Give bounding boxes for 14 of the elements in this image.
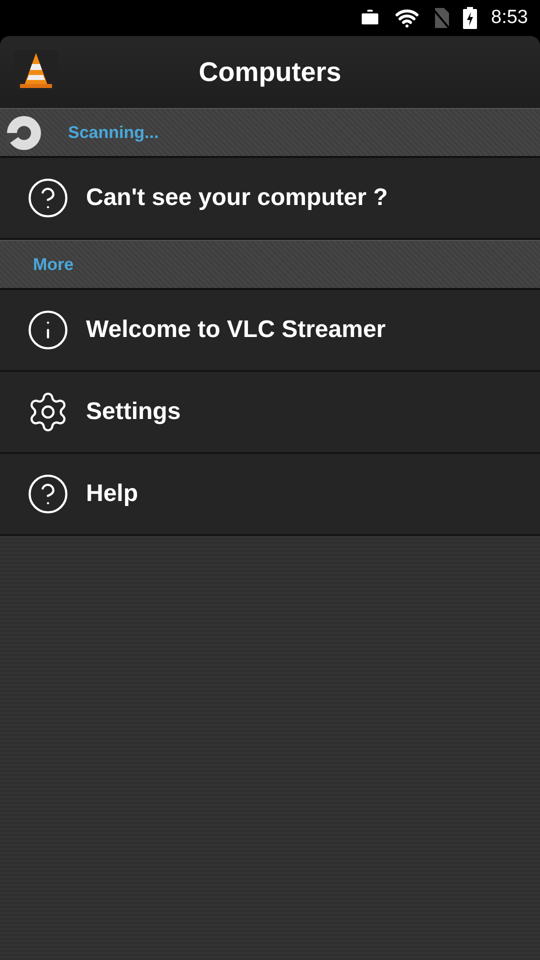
menu-item[interactable]: Welcome to VLC Streamer: [0, 290, 540, 372]
battery-icon: [463, 7, 478, 29]
status-time: 8:53: [491, 7, 528, 29]
no-sim-icon: [433, 8, 450, 28]
info-icon: [26, 308, 70, 352]
spinner-icon: [6, 114, 42, 150]
scanning-status: Scanning...: [68, 122, 159, 142]
screen-title: Computers: [198, 56, 342, 88]
help-icon: [26, 176, 70, 220]
menu-item[interactable]: Can't see your computer ?: [0, 158, 540, 240]
section-header: More: [33, 254, 74, 274]
menu-item[interactable]: Settings: [0, 372, 540, 454]
help-icon: [26, 472, 70, 516]
menu-item[interactable]: Help: [0, 454, 540, 536]
